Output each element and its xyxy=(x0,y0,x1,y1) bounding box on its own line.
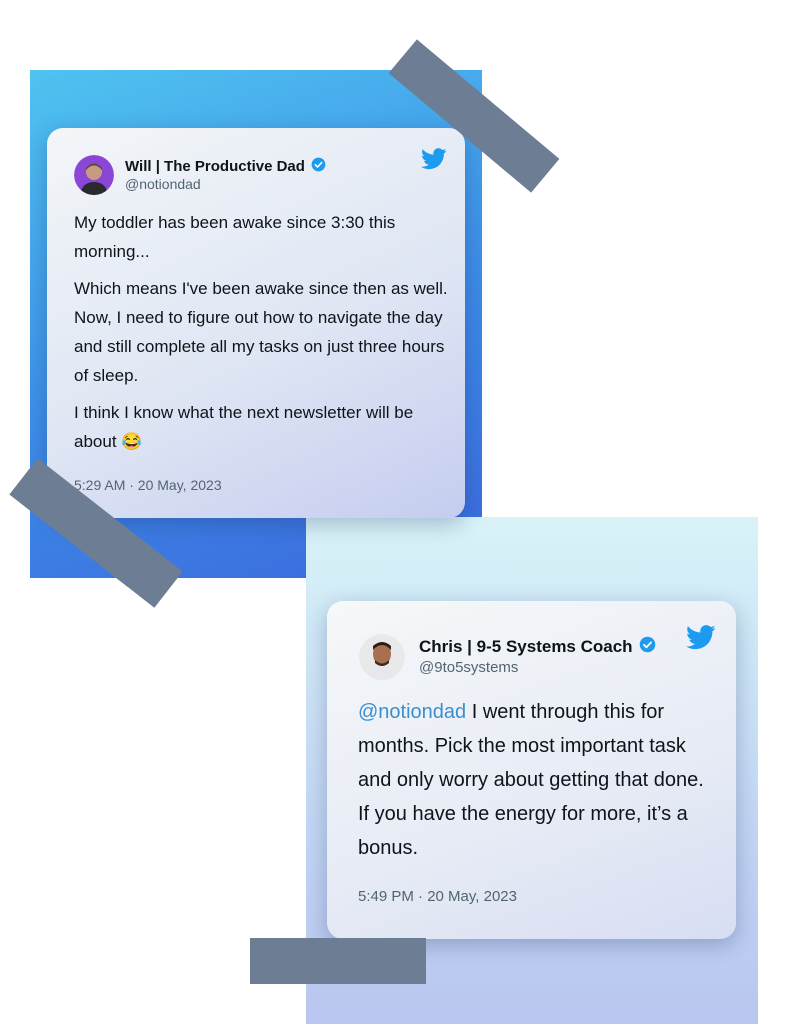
tweet-paragraph: My toddler has been awake since 3:30 thi… xyxy=(74,213,396,261)
twitter-bird-icon[interactable] xyxy=(421,148,447,175)
avatar-chris[interactable] xyxy=(359,634,405,680)
tweet-timestamp[interactable]: 5:49 PM · 20 May, 2023 xyxy=(358,888,517,905)
tweet-paragraph: I think I know what the next newsletter … xyxy=(74,398,449,456)
avatar-will[interactable] xyxy=(74,155,114,195)
twitter-bird-icon[interactable] xyxy=(686,625,716,655)
tweet-body: @notiondad I went through this for month… xyxy=(358,695,718,865)
author-handle[interactable]: @notiondad xyxy=(125,176,201,192)
tweet-timestamp[interactable]: 5:29 AM · 20 May, 2023 xyxy=(74,477,222,493)
tweet-body: My toddler has been awake since 3:30 thi… xyxy=(74,208,449,464)
author-name-text: Will | The Productive Dad xyxy=(125,158,305,175)
author-name[interactable]: Chris | 9-5 Systems Coach xyxy=(419,636,656,658)
tweet-card-chris[interactable]: Chris | 9-5 Systems Coach @9to5systems @… xyxy=(327,601,736,939)
laughing-emoji-icon: 😂 xyxy=(121,432,143,451)
tweet-card-will[interactable]: Will | The Productive Dad @notiondad My … xyxy=(47,128,465,518)
tape-strip-bottom xyxy=(250,938,426,984)
mention-link[interactable]: @notiondad xyxy=(358,701,466,723)
verified-badge-icon xyxy=(639,636,656,658)
author-name[interactable]: Will | The Productive Dad xyxy=(125,157,326,176)
author-handle[interactable]: @9to5systems xyxy=(419,659,518,676)
tweet-body-text: I went through this for months. Pick the… xyxy=(358,701,704,859)
tweet-paragraph: Which means I've been awake since then a… xyxy=(74,279,448,385)
verified-badge-icon xyxy=(311,157,326,176)
author-name-text: Chris | 9-5 Systems Coach xyxy=(419,637,633,656)
